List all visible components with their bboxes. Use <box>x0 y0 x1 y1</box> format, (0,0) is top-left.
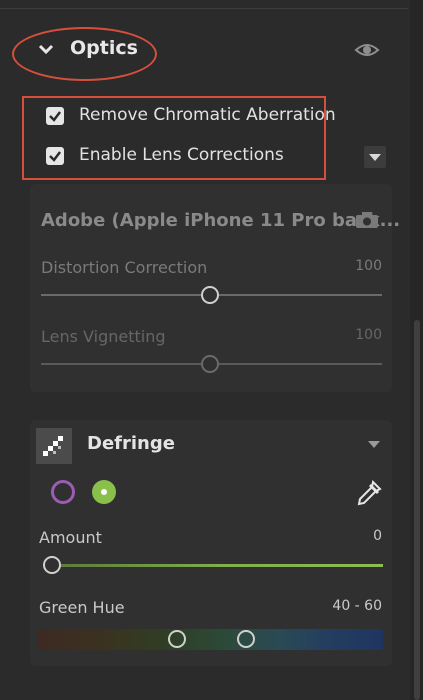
caret-down-icon <box>369 154 381 161</box>
defringe-icon <box>36 428 72 464</box>
lens-options-dropdown[interactable] <box>364 146 386 168</box>
purple-fringe-selector[interactable] <box>51 480 75 504</box>
enable-lens-corrections-label[interactable]: Enable Lens Corrections <box>79 145 284 165</box>
remove-chromatic-aberration-label[interactable]: Remove Chromatic Aberration <box>79 105 336 125</box>
scrollbar-thumb[interactable] <box>414 320 420 700</box>
distortion-correction-slider[interactable] <box>200 286 219 304</box>
distortion-correction-label: Distortion Correction <box>41 258 208 277</box>
green-hue-value: 40 - 60 <box>332 598 382 614</box>
highlight-oval <box>12 27 157 81</box>
green-hue-range-bar[interactable] <box>38 629 383 650</box>
amount-label: Amount <box>39 528 102 547</box>
checkmark-icon <box>49 111 61 122</box>
green-hue-low-handle[interactable] <box>168 630 186 648</box>
selected-indicator-icon <box>101 489 107 495</box>
amount-value: 0 <box>373 528 382 544</box>
remove-chromatic-aberration-checkbox[interactable] <box>46 107 64 125</box>
lens-vignetting-value: 100 <box>355 327 382 343</box>
defringe-title[interactable]: Defringe <box>87 433 175 454</box>
lens-vignetting-slider[interactable] <box>200 355 219 373</box>
amount-track[interactable] <box>54 564 383 567</box>
defringe-collapse-icon[interactable] <box>368 441 380 448</box>
lens-profile-name[interactable]: Adobe (Apple iPhone 11 Pro back... <box>41 210 400 231</box>
enable-lens-corrections-checkbox[interactable] <box>46 147 64 165</box>
top-divider <box>0 0 408 9</box>
eye-icon[interactable] <box>354 40 380 60</box>
checkmark-icon <box>49 151 61 162</box>
distortion-correction-value: 100 <box>355 258 382 274</box>
amount-slider[interactable] <box>43 556 61 574</box>
eyedropper-icon[interactable] <box>354 478 384 508</box>
green-hue-label: Green Hue <box>39 598 125 617</box>
lens-vignetting-label: Lens Vignetting <box>41 327 166 346</box>
camera-icon[interactable] <box>355 211 379 229</box>
green-hue-high-handle[interactable] <box>237 630 255 648</box>
